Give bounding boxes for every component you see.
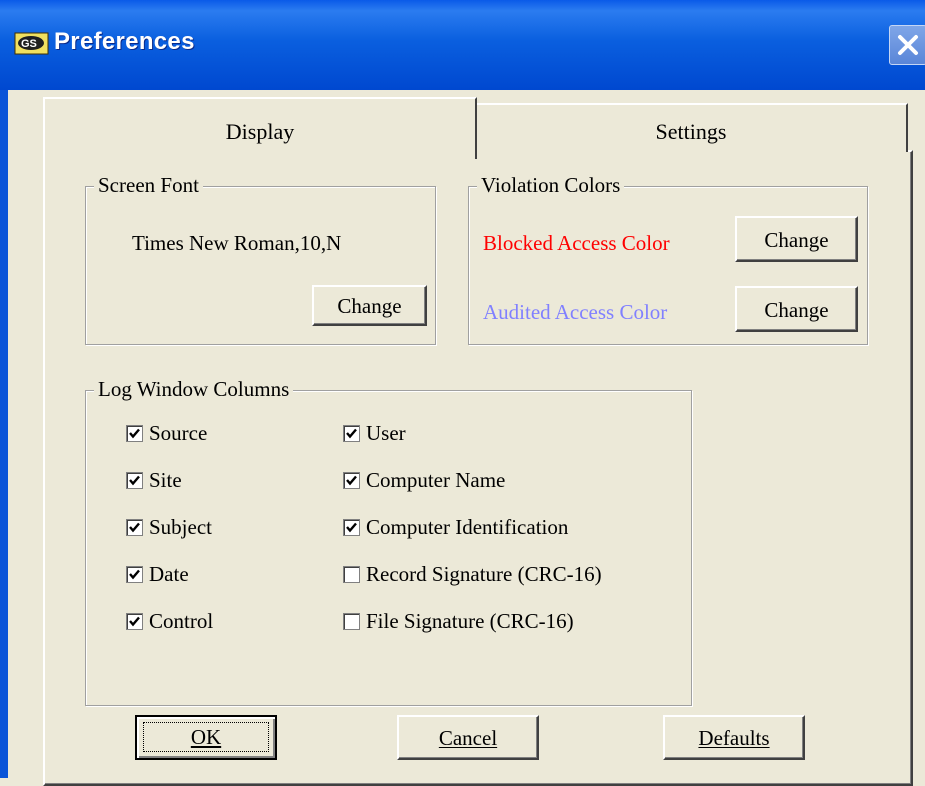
checkbox-subject[interactable]: Subject xyxy=(126,515,212,540)
tab-panel-display: Screen Font Times New Roman,10,N Change … xyxy=(43,150,913,786)
screen-font-value: Times New Roman,10,N xyxy=(132,231,342,255)
dialog-content: Display Settings Screen Font Times New R… xyxy=(8,90,925,786)
checkbox-box[interactable] xyxy=(343,471,360,489)
violation-colors-legend: Violation Colors xyxy=(477,173,625,198)
preferences-window: GS Preferences Display Settings Screen F… xyxy=(0,0,925,786)
audited-access-color-label: Audited Access Color xyxy=(483,300,668,324)
defaults-button[interactable]: Defaults xyxy=(663,715,805,760)
close-button[interactable] xyxy=(889,25,925,65)
checkbox-record-signature[interactable]: Record Signature (CRC-16) xyxy=(343,562,602,587)
window-frame-left xyxy=(0,90,8,778)
checkbox-file-signature[interactable]: File Signature (CRC-16) xyxy=(343,609,574,634)
screen-font-change-button[interactable]: Change xyxy=(312,285,427,326)
svg-text:GS: GS xyxy=(21,38,37,50)
checkbox-user[interactable]: User xyxy=(343,421,406,446)
checkbox-source[interactable]: Source xyxy=(126,421,207,446)
checkbox-box[interactable] xyxy=(126,471,143,489)
checkbox-box[interactable] xyxy=(343,518,360,536)
check-icon xyxy=(129,428,140,439)
close-icon xyxy=(898,35,918,55)
checkbox-box[interactable] xyxy=(126,518,143,536)
check-icon xyxy=(129,569,140,580)
checkbox-site[interactable]: Site xyxy=(126,468,182,493)
log-window-columns-legend: Log Window Columns xyxy=(94,377,294,402)
checkbox-box[interactable] xyxy=(343,424,360,442)
app-icon: GS xyxy=(14,32,49,55)
check-icon xyxy=(129,616,140,627)
violation-colors-group: Violation Colors Blocked Access Color Ch… xyxy=(468,173,868,345)
checkbox-box[interactable] xyxy=(126,424,143,442)
checkbox-box[interactable] xyxy=(343,612,360,630)
checkbox-computer-name[interactable]: Computer Name xyxy=(343,468,505,493)
checkbox-box[interactable] xyxy=(126,565,143,583)
tab-settings[interactable]: Settings xyxy=(476,103,908,152)
check-icon xyxy=(346,522,357,533)
audited-access-change-button[interactable]: Change xyxy=(735,286,858,332)
check-icon xyxy=(346,428,357,439)
screen-font-legend: Screen Font xyxy=(94,173,203,198)
checkbox-box[interactable] xyxy=(126,612,143,630)
check-icon xyxy=(129,522,140,533)
window-title: Preferences xyxy=(54,28,195,55)
title-bar[interactable]: GS Preferences xyxy=(0,0,925,90)
checkbox-date[interactable]: Date xyxy=(126,562,189,587)
cancel-button[interactable]: Cancel xyxy=(397,715,539,760)
checkbox-control[interactable]: Control xyxy=(126,609,213,634)
check-icon xyxy=(129,475,140,486)
ok-button[interactable]: OK xyxy=(135,715,277,760)
checkbox-computer-identification[interactable]: Computer Identification xyxy=(343,515,568,540)
checkbox-box[interactable] xyxy=(343,565,360,583)
tab-display[interactable]: Display xyxy=(43,97,477,159)
log-window-columns-group: Log Window Columns Source Site Subject D… xyxy=(85,377,692,706)
screen-font-group: Screen Font Times New Roman,10,N Change xyxy=(85,173,436,345)
blocked-access-change-button[interactable]: Change xyxy=(735,216,858,262)
check-icon xyxy=(346,475,357,486)
blocked-access-color-label: Blocked Access Color xyxy=(483,231,670,255)
